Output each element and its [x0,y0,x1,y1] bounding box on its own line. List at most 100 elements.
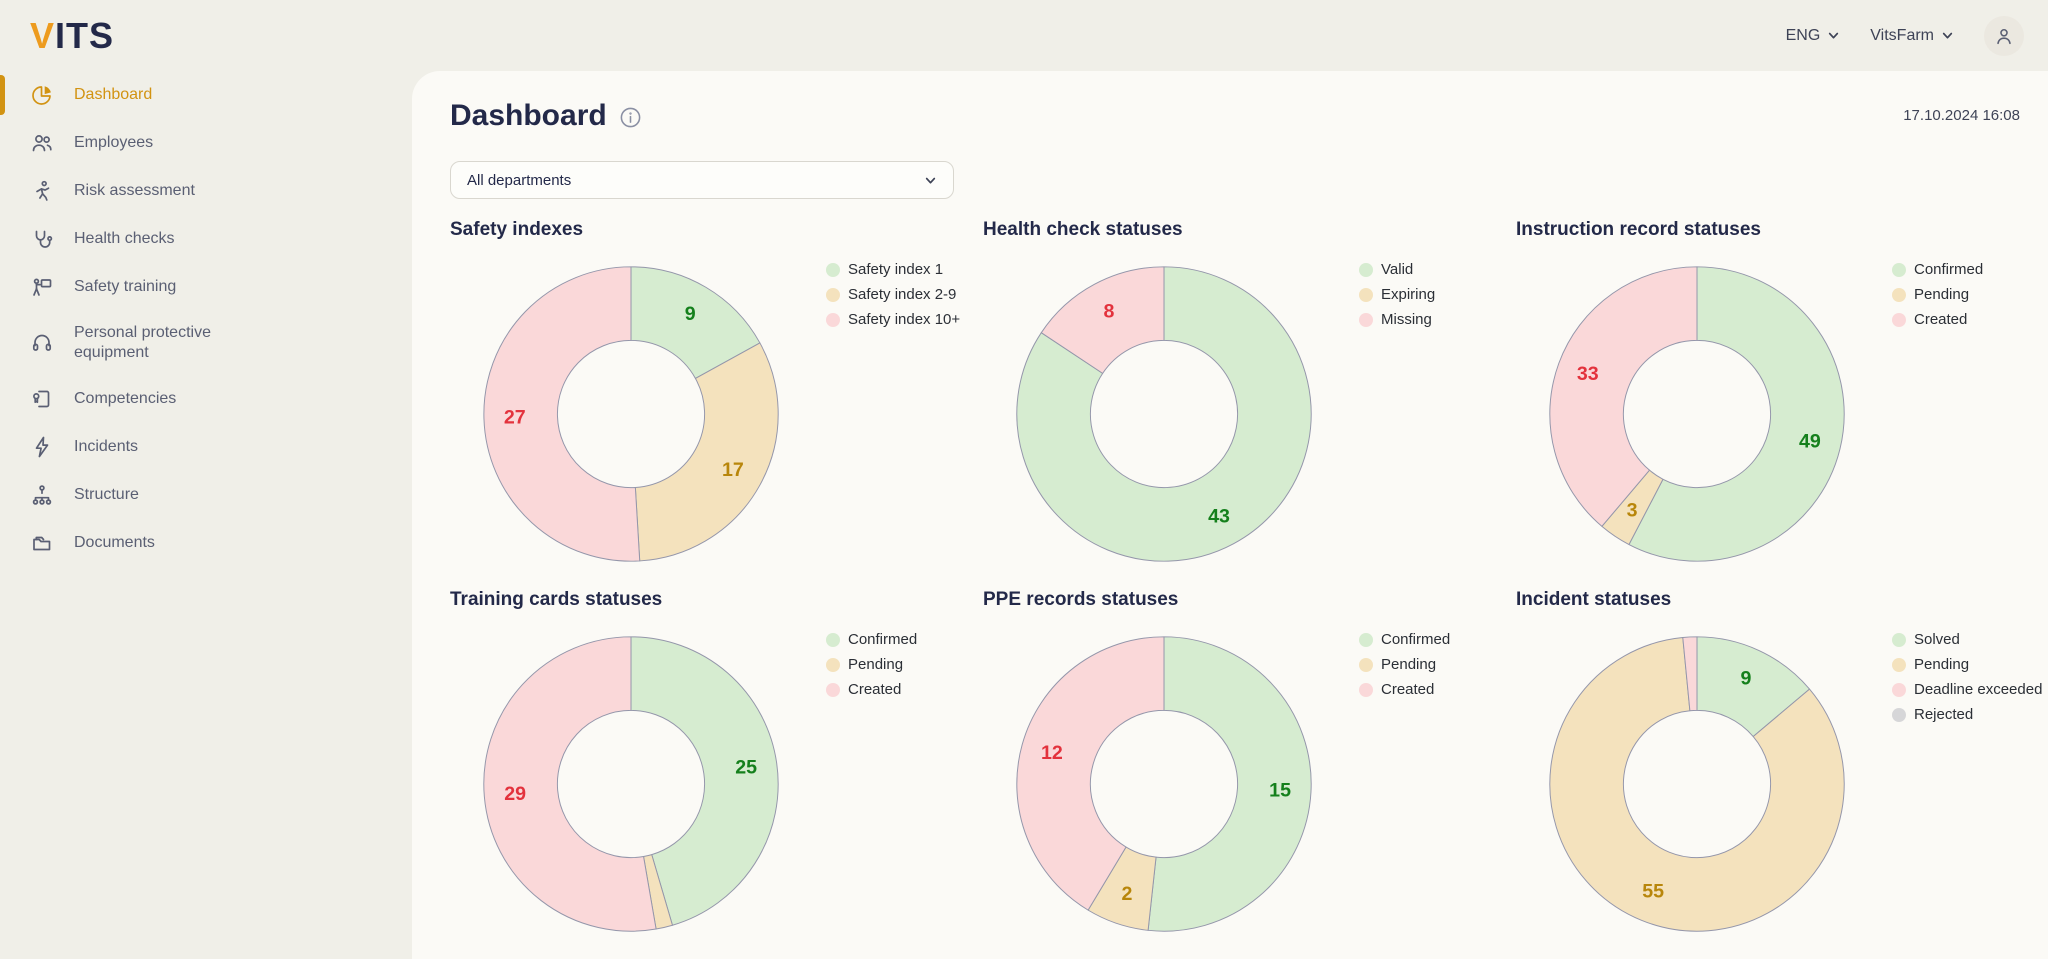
ppe-icon [30,331,54,355]
chart-title: Health check statuses [983,219,1516,241]
chevron-down-icon [1941,29,1954,42]
chart-title: Training cards statuses [450,589,983,611]
donut-value-label: 9 [685,303,696,325]
legend-label: Confirmed [848,631,917,648]
documents-icon [30,531,54,555]
sidebar-item-competencies[interactable]: Competencies [0,375,412,423]
chart-card-safety-indexes: Safety indexes 9 17 27 Safety index 1 Safety … [450,219,983,571]
legend-entry: Safety index 2-9 [826,286,960,303]
legend-label: Safety index 1 [848,261,943,278]
donut-value-label: 55 [1642,881,1664,903]
legend-swatch [1892,263,1906,277]
chart-body: 15212ConfirmedPendingCreated [983,627,1516,941]
main-panel: Dashboard 17.10.2024 16:08 All departmen… [412,71,2048,959]
sidebar-item-documents[interactable]: Documents [0,519,412,567]
donut-chart: 2529 [474,627,788,941]
donut-value-label: 33 [1577,363,1599,385]
sidebar-item-health-checks[interactable]: Health checks [0,215,412,263]
donut-chart: 9 55 [1540,627,1854,941]
sidebar-item-label: Health checks [74,229,175,249]
logo-rest: ITS [55,15,114,56]
sidebar-item-employees[interactable]: Employees [0,119,412,167]
charts-grid: Safety indexes 9 17 27 Safety index 1 Safety … [450,219,2048,941]
donut-value-label: 17 [722,459,744,481]
donut-value-label: 49 [1799,431,1821,453]
legend-entry: Confirmed [826,631,917,648]
legend-label: Rejected [1914,706,1973,723]
donut-value-label: 9 [1741,668,1752,690]
sidebar-item-label: Structure [74,485,139,505]
panel-header: Dashboard 17.10.2024 16:08 [450,99,2048,133]
chart-legend: ValidExpiringMissing [1359,261,1435,571]
chart-body: 438ValidExpiringMissing [983,257,1516,571]
donut-value-label: 15 [1269,779,1291,801]
legend-label: Safety index 2-9 [848,286,956,303]
legend-label: Valid [1381,261,1413,278]
structure-icon [30,483,54,507]
sidebar-item-label: Safety training [74,277,176,297]
donut-value-label: 2 [1121,883,1132,905]
legend-label: Confirmed [1381,631,1450,648]
legend-label: Created [848,681,901,698]
top-bar-right: ENG VitsFarm [1786,16,2024,56]
legend-swatch [1892,633,1906,647]
chart-title: PPE records statuses [983,589,1516,611]
legend-swatch [826,313,840,327]
incidents-icon [30,435,54,459]
legend-entry: Pending [826,656,917,673]
donut-value-label: 8 [1103,301,1114,323]
organization-selector[interactable]: VitsFarm [1870,27,1954,45]
donut-slice [635,343,778,561]
chart-title: Incident statuses [1516,589,2048,611]
legend-entry: Safety index 1 [826,261,960,278]
safety-training-icon [30,275,54,299]
health-checks-icon [30,227,54,251]
sidebar-item-risk-assessment[interactable]: Risk assessment [0,167,412,215]
chevron-down-icon [1827,29,1840,42]
sidebar-item-safety-training[interactable]: Safety training [0,263,412,311]
donut-chart: 9 17 27 [474,257,788,571]
language-selector[interactable]: ENG [1786,27,1841,45]
legend-entry: Expiring [1359,286,1435,303]
donut-value-label: 27 [504,406,526,428]
user-avatar-button[interactable] [1984,16,2024,56]
top-bar: VITS ENG VitsFarm [0,0,2048,71]
sidebar-item-personal-protective-equipment[interactable]: Personal protective equipment [0,311,412,375]
chart-card-health-check-statuses: Health check statuses438ValidExpiringMis… [983,219,1516,571]
donut-chart: 43 8 [1007,257,1321,571]
legend-swatch [826,263,840,277]
legend-entry: Pending [1359,656,1450,673]
department-filter-select[interactable]: All departments [450,161,954,199]
chart-card-instruction-record-statuses: Instruction record statuses49333Confirme… [1516,219,2048,571]
sidebar-item-incidents[interactable]: Incidents [0,423,412,471]
legend-label: Created [1381,681,1434,698]
sidebar-item-label: Employees [74,133,153,153]
department-filter-value: All departments [467,172,571,189]
chart-body: 955SolvedPendingDeadline exceededRejecte… [1516,627,2048,941]
info-icon[interactable] [619,106,642,129]
legend-entry: Deadline exceeded [1892,681,2042,698]
legend-label: Deadline exceeded [1914,681,2042,698]
sidebar-item-dashboard[interactable]: Dashboard [0,71,412,119]
legend-swatch [826,633,840,647]
legend-entry: Rejected [1892,706,2042,723]
legend-label: Pending [848,656,903,673]
logo-accent-letter: V [30,15,55,56]
donut-value-label: 43 [1208,505,1230,527]
competencies-icon [30,387,54,411]
legend-entry: Confirmed [1359,631,1450,648]
chart-body: 49333ConfirmedPendingCreated [1516,257,2048,571]
chart-legend: Confirmed Pending Created [826,631,917,941]
legend-swatch [1892,313,1906,327]
legend-entry: Confirmed [1892,261,1983,278]
legend-label: Pending [1914,286,1969,303]
sidebar-item-structure[interactable]: Structure [0,471,412,519]
chart-title: Safety indexes [450,219,983,241]
donut-chart: 49333 [1540,257,1854,571]
legend-swatch [1359,288,1373,302]
employees-icon [30,131,54,155]
legend-swatch [1359,658,1373,672]
legend-swatch [826,683,840,697]
chart-card-incident-statuses: Incident statuses955SolvedPendingDeadlin… [1516,589,2048,941]
donut-value-label: 29 [504,783,526,805]
